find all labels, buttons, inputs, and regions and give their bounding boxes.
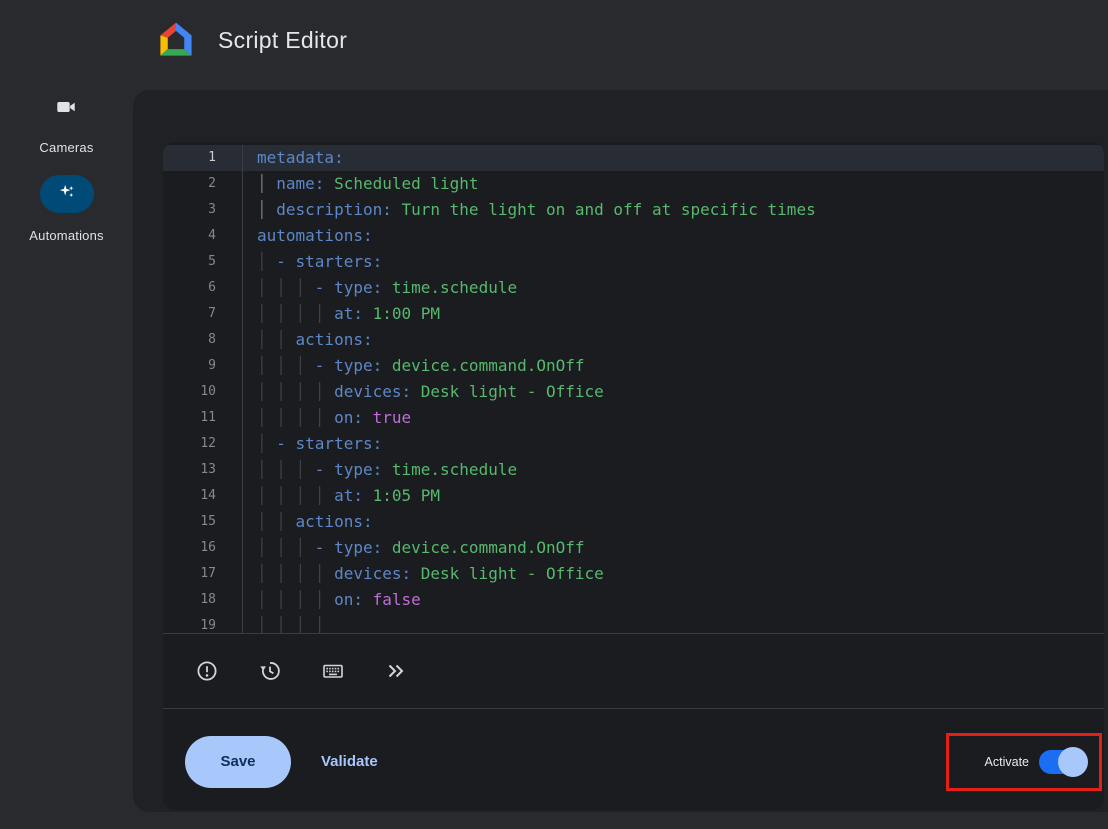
code-line: 8│ │ actions:: [163, 327, 1104, 353]
activate-toggle[interactable]: [1039, 750, 1085, 774]
code-text: metadata:: [243, 145, 344, 171]
sidebar-item-label: Automations: [29, 228, 103, 243]
sidebar-item-cameras[interactable]: Cameras: [39, 82, 93, 155]
line-number: 19: [163, 613, 243, 633]
line-number: 3: [163, 197, 243, 223]
activate-highlight-box: Activate: [946, 733, 1102, 791]
keyboard-icon[interactable]: [321, 659, 345, 683]
line-number: 16: [163, 535, 243, 561]
code-editor[interactable]: 1metadata:2│ name: Scheduled light3│ des…: [163, 142, 1104, 633]
code-text: │ │ │ │ at: 1:00 PM: [243, 301, 440, 327]
save-button[interactable]: Save: [185, 736, 291, 788]
code-line: 11│ │ │ │ on: true: [163, 405, 1104, 431]
problems-icon[interactable]: [195, 659, 219, 683]
line-number: 7: [163, 301, 243, 327]
code-lines: 1metadata:2│ name: Scheduled light3│ des…: [163, 145, 1104, 633]
line-number: 14: [163, 483, 243, 509]
code-text: │ │ actions:: [243, 509, 373, 535]
code-line: 6│ │ │ - type: time.schedule: [163, 275, 1104, 301]
line-number: 13: [163, 457, 243, 483]
code-text: │ │ │ - type: device.command.OnOff: [243, 353, 585, 379]
line-number: 18: [163, 587, 243, 613]
code-line: 1metadata:: [163, 145, 1104, 171]
active-nav-pill: [40, 175, 94, 213]
action-bar: Save Validate Activate: [163, 709, 1104, 810]
editor-panel: 1metadata:2│ name: Scheduled light3│ des…: [163, 142, 1104, 810]
line-number: 12: [163, 431, 243, 457]
code-line: 17│ │ │ │ devices: Desk light - Office: [163, 561, 1104, 587]
editor-card: 1metadata:2│ name: Scheduled light3│ des…: [133, 90, 1108, 812]
code-line: 16│ │ │ - type: device.command.OnOff: [163, 535, 1104, 561]
code-text: │ description: Turn the light on and off…: [243, 197, 816, 223]
line-number: 17: [163, 561, 243, 587]
page-title: Script Editor: [218, 27, 347, 54]
line-number: 2: [163, 171, 243, 197]
code-line: 4automations:: [163, 223, 1104, 249]
code-line: 14│ │ │ │ at: 1:05 PM: [163, 483, 1104, 509]
sidebar: Cameras Automations: [0, 82, 133, 243]
line-number: 6: [163, 275, 243, 301]
line-number: 9: [163, 353, 243, 379]
code-text: │ │ │ │ devices: Desk light - Office: [243, 561, 604, 587]
line-number: 5: [163, 249, 243, 275]
sparkle-icon: [57, 182, 76, 206]
code-line: 2│ name: Scheduled light: [163, 171, 1104, 197]
editor-toolbar: [163, 633, 1104, 709]
line-number: 8: [163, 327, 243, 353]
code-text: │ name: Scheduled light: [243, 171, 479, 197]
code-text: │ │ │ - type: time.schedule: [243, 275, 517, 301]
code-text: │ - starters:: [243, 249, 382, 275]
code-line: 12│ - starters:: [163, 431, 1104, 457]
code-text: │ │ │ │ at: 1:05 PM: [243, 483, 440, 509]
code-line: 9│ │ │ - type: device.command.OnOff: [163, 353, 1104, 379]
sidebar-item-label: Cameras: [39, 140, 93, 155]
history-icon[interactable]: [258, 659, 282, 683]
script-editor-window: Script Editor Cameras: [0, 0, 1108, 829]
line-number: 1: [163, 145, 243, 171]
code-line: 3│ description: Turn the light on and of…: [163, 197, 1104, 223]
code-text: automations:: [243, 223, 373, 249]
code-line: 10│ │ │ │ devices: Desk light - Office: [163, 379, 1104, 405]
code-text: │ │ │ - type: device.command.OnOff: [243, 535, 585, 561]
code-line: 15│ │ actions:: [163, 509, 1104, 535]
code-text: │ │ actions:: [243, 327, 373, 353]
line-number: 4: [163, 223, 243, 249]
line-number: 11: [163, 405, 243, 431]
camera-icon: [55, 96, 77, 118]
code-text: │ │ │ - type: time.schedule: [243, 457, 517, 483]
google-home-logo-icon[interactable]: [154, 17, 198, 63]
code-text: │ │ │ │ devices: Desk light - Office: [243, 379, 604, 405]
code-text: │ │ │ │: [243, 613, 334, 633]
double-chevron-icon[interactable]: [384, 659, 408, 683]
line-number: 15: [163, 509, 243, 535]
toggle-knob: [1058, 747, 1088, 777]
code-text: │ │ │ │ on: true: [243, 405, 411, 431]
code-line: 19│ │ │ │: [163, 613, 1104, 633]
activate-label: Activate: [985, 755, 1029, 769]
code-text: │ - starters:: [243, 431, 382, 457]
header: Script Editor: [0, 0, 1108, 82]
code-line: 5│ - starters:: [163, 249, 1104, 275]
line-number: 10: [163, 379, 243, 405]
sidebar-item-automations[interactable]: Automations: [29, 155, 103, 243]
code-line: 18│ │ │ │ on: false: [163, 587, 1104, 613]
code-line: 7│ │ │ │ at: 1:00 PM: [163, 301, 1104, 327]
code-text: │ │ │ │ on: false: [243, 587, 421, 613]
code-line: 13│ │ │ - type: time.schedule: [163, 457, 1104, 483]
validate-button[interactable]: Validate: [321, 753, 378, 770]
